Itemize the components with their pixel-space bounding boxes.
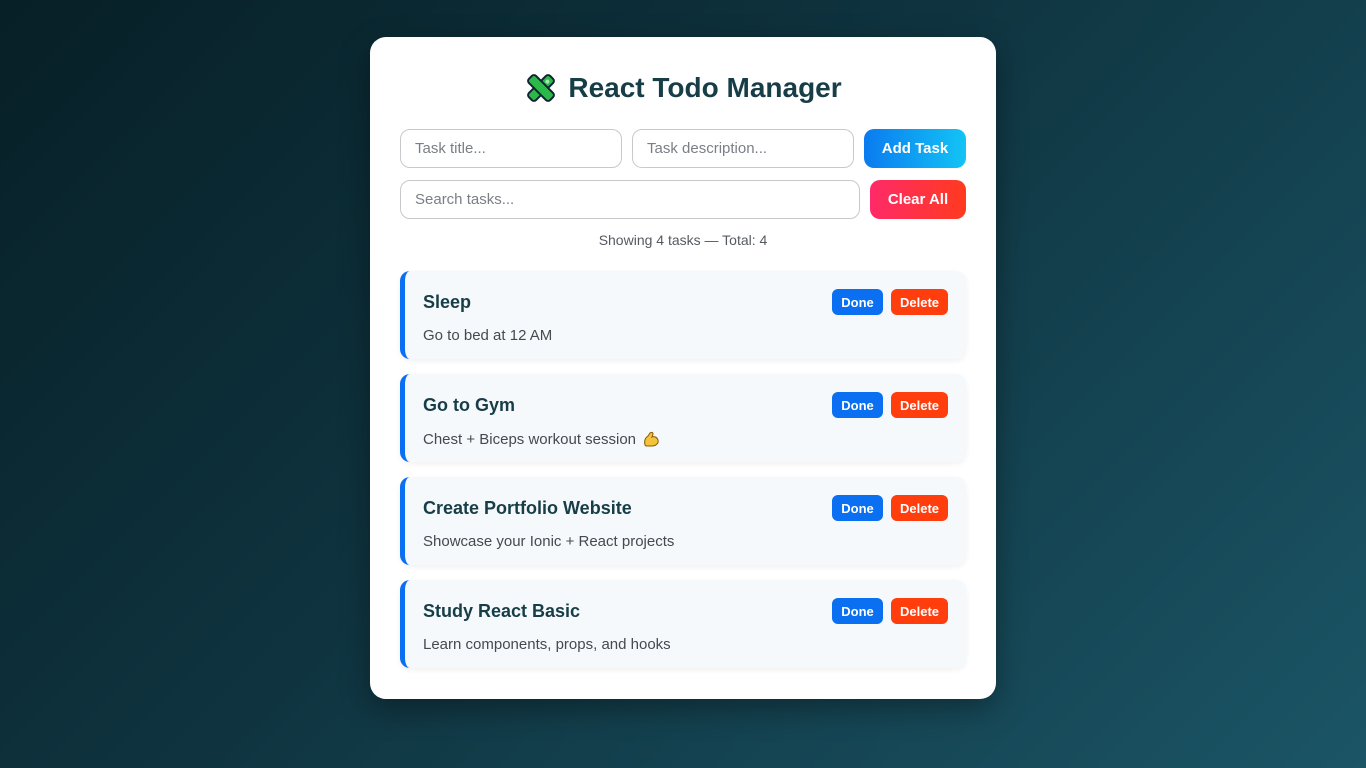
task-title: Sleep (423, 292, 472, 312)
done-button[interactable]: Done (832, 598, 883, 624)
add-task-button[interactable]: Add Task (864, 129, 966, 168)
task-title: Create Portfolio Website (423, 498, 632, 518)
search-input[interactable] (400, 180, 860, 219)
task-item: Study React Basic Learn components, prop… (400, 580, 966, 668)
task-description: Chest + Biceps workout session (423, 430, 660, 448)
task-description: Showcase your Ionic + React projects (423, 533, 674, 550)
flexed-biceps-icon (642, 430, 660, 448)
delete-button[interactable]: Delete (891, 495, 948, 521)
task-description: Learn components, props, and hooks (423, 636, 671, 653)
done-button[interactable]: Done (832, 495, 883, 521)
task-description: Go to bed at 12 AM (423, 327, 552, 344)
task-title: Go to Gym (423, 395, 516, 415)
task-description-input[interactable] (632, 129, 854, 168)
clear-all-button[interactable]: Clear All (870, 180, 966, 219)
delete-button[interactable]: Delete (891, 598, 948, 624)
app-header: React Todo Manager (370, 70, 996, 106)
page-title: React Todo Manager (568, 72, 842, 103)
task-summary: Showing 4 tasks — Total: 4 (598, 232, 768, 248)
todo-card: React Todo Manager Add Task Clear All Sh… (370, 37, 996, 699)
task-description-text: Learn components, props, and hooks (423, 636, 671, 653)
delete-button[interactable]: Delete (891, 289, 948, 315)
delete-button[interactable]: Delete (891, 392, 948, 418)
task-title: Study React Basic (423, 601, 581, 621)
done-button[interactable]: Done (832, 289, 883, 315)
task-item: Create Portfolio Website Showcase your I… (400, 477, 966, 565)
done-button[interactable]: Done (832, 392, 883, 418)
task-description-text: Go to bed at 12 AM (423, 327, 553, 344)
task-item: Go to Gym Chest + Biceps workout session… (400, 374, 966, 462)
task-description-text: Chest + Biceps workout session (423, 430, 637, 448)
task-item: Sleep Go to bed at 12 AM Done Delete (400, 271, 966, 359)
task-title-input[interactable] (400, 129, 622, 168)
task-description-text: Showcase your Ionic + React projects (423, 533, 675, 550)
puzzle-cross-icon (524, 71, 558, 105)
